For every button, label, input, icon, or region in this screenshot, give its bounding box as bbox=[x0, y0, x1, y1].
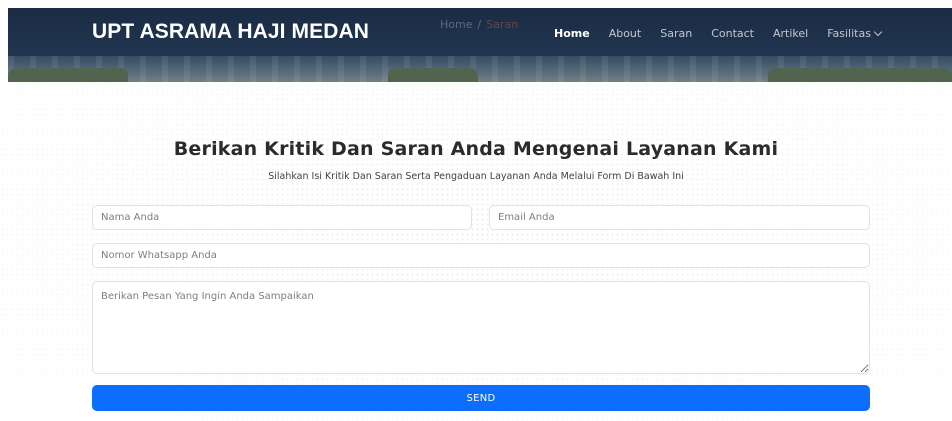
nav-item-saran[interactable]: Saran bbox=[660, 27, 692, 40]
nav-item-contact[interactable]: Contact bbox=[711, 27, 754, 40]
breadcrumb: Home / Saran bbox=[440, 18, 518, 31]
whatsapp-input[interactable] bbox=[92, 243, 870, 268]
send-button[interactable]: SEND bbox=[92, 385, 870, 411]
breadcrumb-home[interactable]: Home bbox=[440, 18, 472, 31]
main-nav: Home About Saran Contact Artikel Fasilit… bbox=[554, 27, 900, 40]
chevron-down-icon bbox=[873, 27, 883, 37]
brand-logo-text[interactable]: UPT ASRAMA HAJI MEDAN bbox=[92, 20, 369, 44]
nav-item-fasilitas[interactable]: Fasilitas bbox=[827, 27, 883, 40]
page-header: UPT ASRAMA HAJI MEDAN Home / Saran Home Ab… bbox=[8, 8, 952, 82]
section-title: Berikan Kritik Dan Saran Anda Mengenai L… bbox=[173, 138, 779, 160]
message-textarea[interactable] bbox=[92, 281, 870, 374]
feedback-section: Berikan Kritik Dan Saran Anda Mengenai L… bbox=[0, 82, 952, 421]
name-input[interactable] bbox=[92, 205, 472, 230]
email-input[interactable] bbox=[489, 205, 870, 230]
header-background-image bbox=[8, 56, 952, 82]
nav-item-home[interactable]: Home bbox=[554, 27, 590, 40]
breadcrumb-separator: / bbox=[477, 18, 482, 31]
nav-item-fasilitas-label: Fasilitas bbox=[827, 27, 871, 40]
breadcrumb-current: Saran bbox=[486, 18, 519, 31]
section-subtitle: Silahkan Isi Kritik Dan Saran Serta Peng… bbox=[268, 171, 684, 182]
nav-item-artikel[interactable]: Artikel bbox=[773, 27, 808, 40]
nav-item-about[interactable]: About bbox=[609, 27, 642, 40]
